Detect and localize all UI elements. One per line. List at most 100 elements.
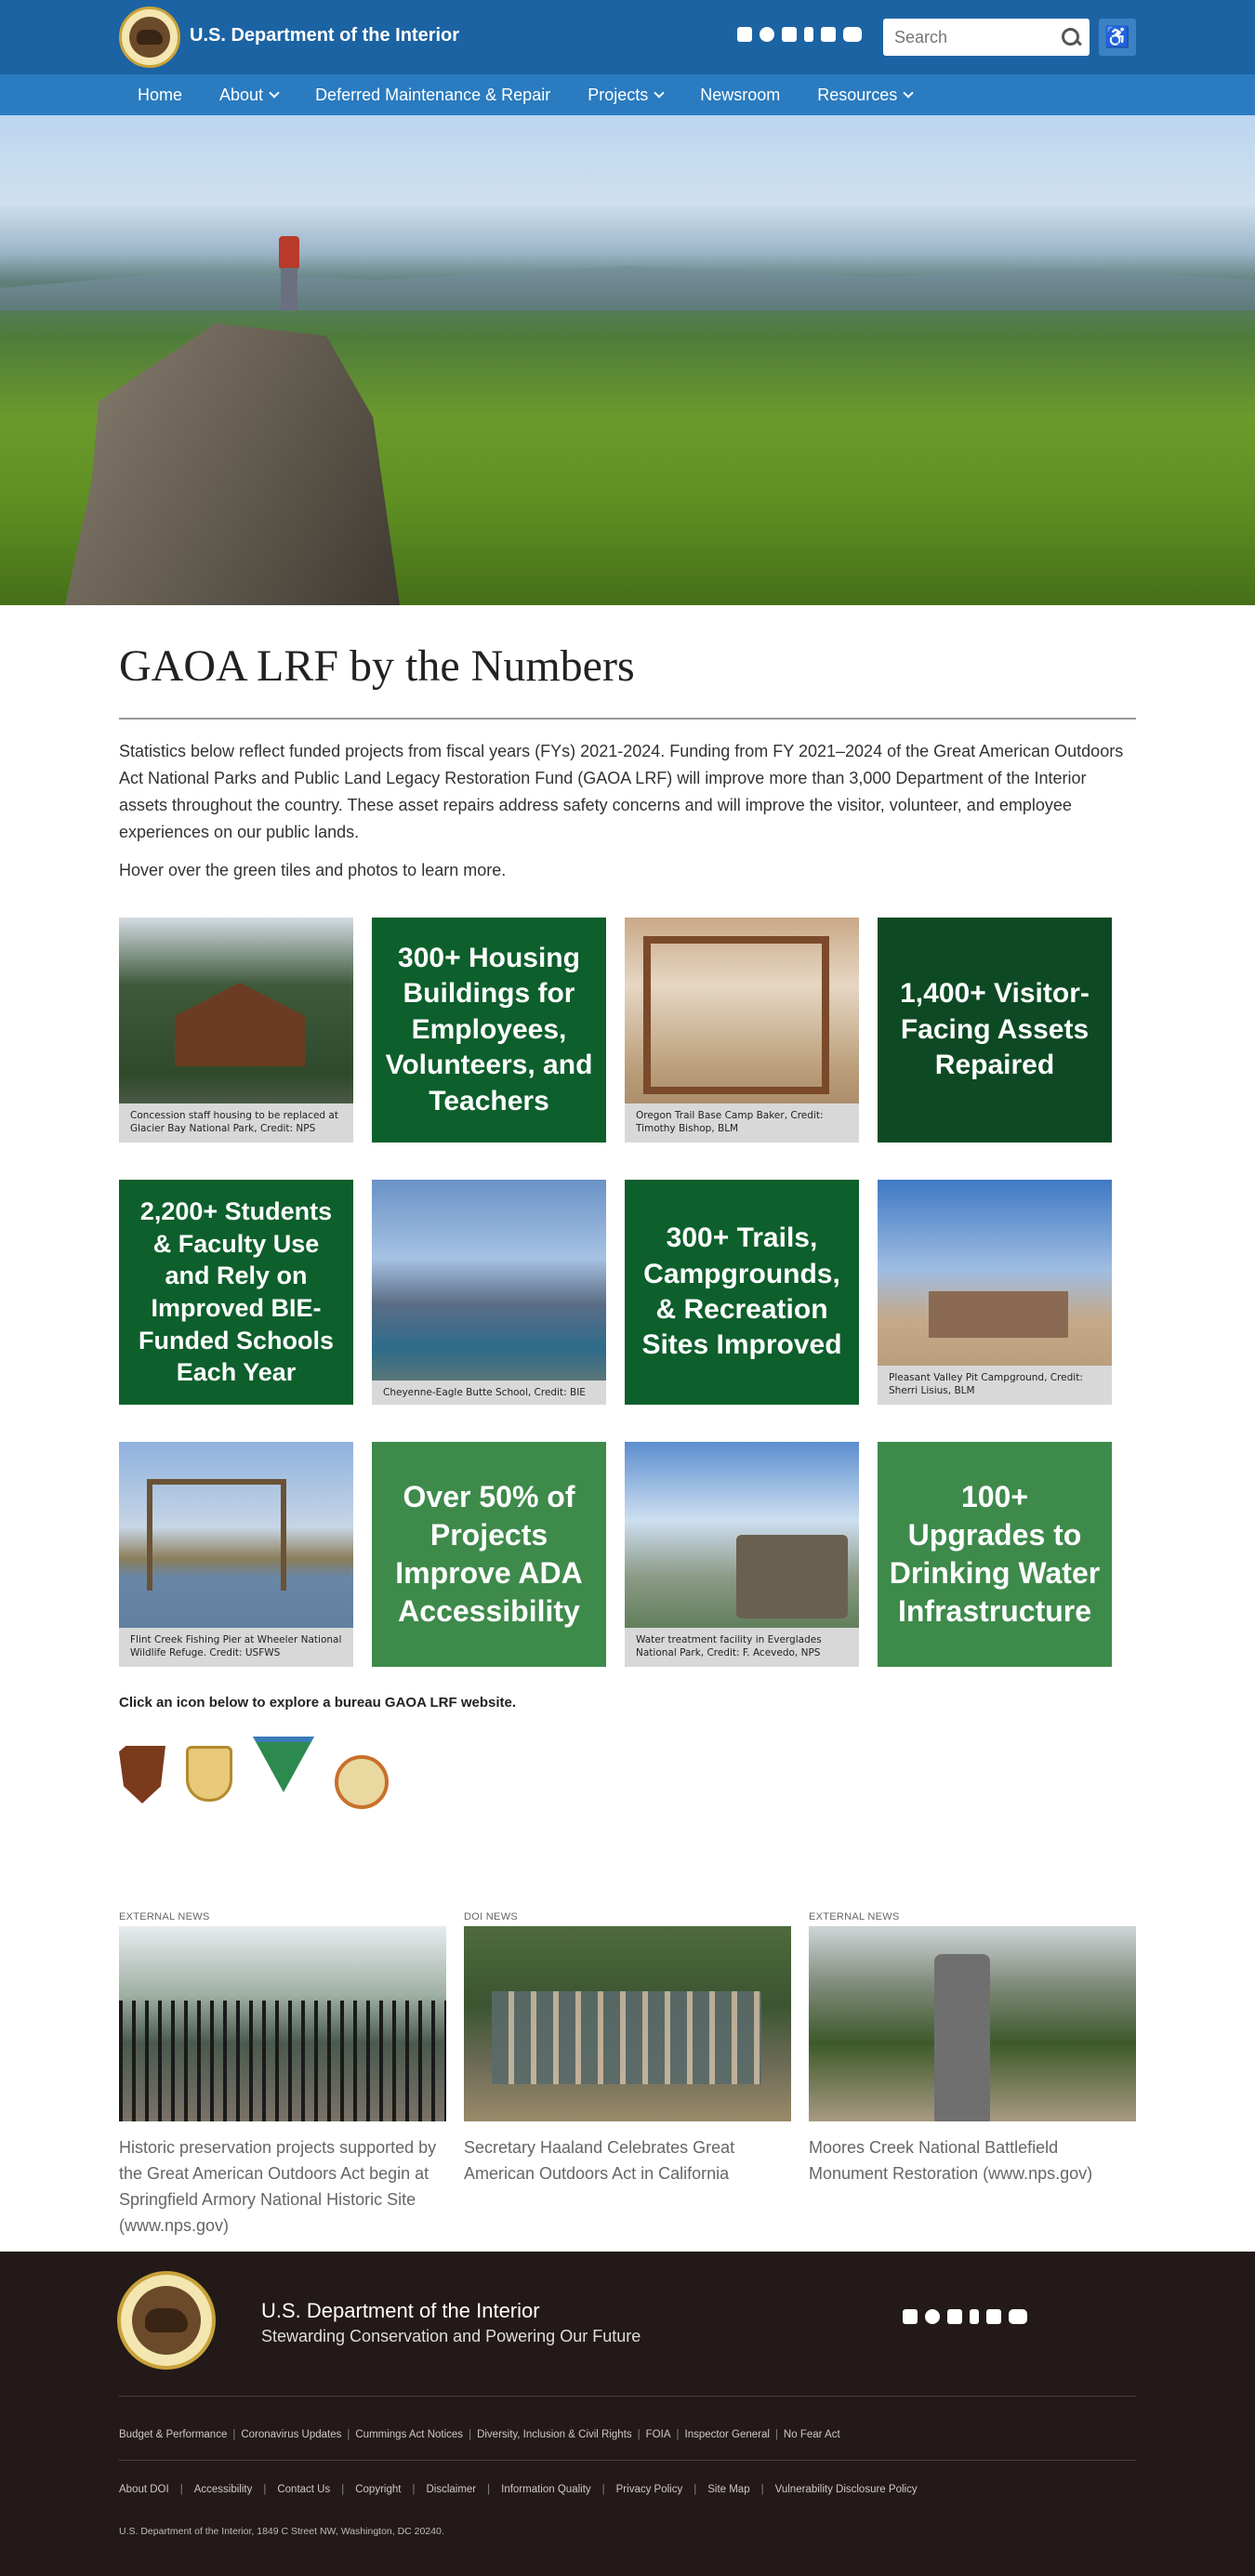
tumblr-icon[interactable] <box>970 2309 979 2324</box>
pier-structure <box>147 1479 286 1591</box>
separator: | <box>601 2484 605 2495</box>
photo-tile-water[interactable]: Water treatment facility in Everglades N… <box>625 1442 859 1667</box>
footer-link[interactable]: Copyright <box>355 2484 401 2495</box>
blm-logo-icon[interactable] <box>253 1737 314 1792</box>
nps-arrowhead-icon[interactable] <box>119 1746 165 1803</box>
footer-link[interactable]: Privacy Policy <box>616 2484 683 2495</box>
separator: | <box>232 2429 236 2440</box>
search-form <box>883 19 1090 56</box>
youtube-icon[interactable] <box>843 27 862 42</box>
stat-tile-housing[interactable]: 300+ Housing Buildings for Employees, Vo… <box>372 918 606 1143</box>
rock-outcrop <box>65 323 400 605</box>
stat-tile-schools[interactable]: 2,200+ Students & Faculty Use and Rely o… <box>119 1180 353 1405</box>
footer-link[interactable]: Disclaimer <box>426 2484 476 2495</box>
nav-label: About <box>219 85 264 104</box>
news-link[interactable]: Secretary Haaland Celebrates Great Ameri… <box>464 2134 791 2186</box>
bie-seal-icon[interactable] <box>335 1755 389 1809</box>
twitter-icon[interactable] <box>947 2309 962 2324</box>
footer-link[interactable]: Diversity, Inclusion & Civil Rights <box>477 2429 632 2440</box>
footer-link[interactable]: Information Quality <box>501 2484 591 2495</box>
news-image[interactable] <box>809 1926 1136 2121</box>
footer-link[interactable]: Cummings Act Notices <box>355 2429 463 2440</box>
news-kicker: EXTERNAL NEWS <box>809 1911 900 1922</box>
stat-tile-ada[interactable]: Over 50% of Projects Improve ADA Accessi… <box>372 1442 606 1667</box>
chevron-down-icon <box>903 87 914 99</box>
accessibility-button[interactable]: ♿ <box>1099 19 1136 56</box>
facebook-icon[interactable] <box>925 2309 940 2324</box>
news-link[interactable]: Moores Creek National Battlefield Monume… <box>809 2134 1136 2186</box>
footer-link[interactable]: Inspector General <box>685 2429 770 2440</box>
site-header: U.S. Department of the Interior ♿ <box>0 0 1255 74</box>
footer-address: U.S. Department of the Interior, 1849 C … <box>119 2526 444 2537</box>
instagram-icon[interactable] <box>737 27 752 42</box>
footer-tagline: Stewarding Conservation and Powering Our… <box>261 2327 641 2345</box>
nav-item-home[interactable]: Home <box>119 86 201 105</box>
hero-image <box>0 115 1255 605</box>
footer-link[interactable]: Vulnerability Disclosure Policy <box>775 2484 918 2495</box>
footer-links-row2: About DOI | Accessibility | Contact Us | Co… <box>119 2484 918 2495</box>
photo-tile-campground[interactable]: Pleasant Valley Pit Campground, Credit: … <box>878 1180 1112 1405</box>
search-input[interactable] <box>883 19 1050 56</box>
stat-tile-drinking-water[interactable]: 100+ Upgrades to Drinking Water Infrastr… <box>878 1442 1112 1667</box>
flickr-icon[interactable] <box>986 2309 1001 2324</box>
bureau-instruction: Click an icon below to explore a bureau … <box>119 1695 517 1711</box>
photo-caption: Flint Creek Fishing Pier at Wheeler Nati… <box>119 1628 353 1667</box>
footer-links-row1: Budget & Performance | Coronavirus Update… <box>119 2429 840 2440</box>
nav-item-projects[interactable]: Projects <box>569 86 681 105</box>
photo-tile-school[interactable]: Cheyenne-Eagle Butte School, Credit: BIE <box>372 1180 606 1405</box>
chevron-down-icon <box>269 87 280 99</box>
doi-seal-logo[interactable] <box>119 7 180 68</box>
footer-social-links <box>903 2309 1027 2324</box>
footer-link[interactable]: Contact Us <box>277 2484 330 2495</box>
news-image[interactable] <box>464 1926 791 2121</box>
twitter-icon[interactable] <box>782 27 797 42</box>
footer-divider <box>119 2396 1136 2397</box>
doi-seal-logo[interactable] <box>117 2271 216 2370</box>
photo-caption: Oregon Trail Base Camp Baker, Credit: Ti… <box>625 1103 859 1143</box>
tumblr-icon[interactable] <box>804 27 813 42</box>
facebook-icon[interactable] <box>760 27 774 42</box>
youtube-icon[interactable] <box>1009 2309 1027 2324</box>
nav-label: Home <box>138 85 183 104</box>
nav-item-about[interactable]: About <box>201 86 297 105</box>
footer-link[interactable]: Accessibility <box>194 2484 253 2495</box>
fws-shield-icon[interactable] <box>186 1746 232 1802</box>
footer-link[interactable]: About DOI <box>119 2484 169 2495</box>
bison-icon <box>132 2286 201 2355</box>
stat-tile-visitor-assets[interactable]: 1,400+ Visitor-Facing Assets Repaired <box>878 918 1112 1143</box>
bison-icon <box>129 17 170 58</box>
separator: | <box>341 2484 345 2495</box>
cabin-shape <box>175 983 305 1066</box>
photo-tile-pier[interactable]: Flint Creek Fishing Pier at Wheeler Nati… <box>119 1442 353 1667</box>
stats-grid: Concession staff housing to be replaced … <box>119 918 1136 1667</box>
nav-item-newsroom[interactable]: Newsroom <box>681 86 799 105</box>
news-card: DOI NEWS Secretary Haaland Celebrates Gr… <box>464 1911 791 2239</box>
instagram-icon[interactable] <box>903 2309 918 2324</box>
nav-item-deferred-maintenance[interactable]: Deferred Maintenance & Repair <box>297 86 569 105</box>
news-link[interactable]: Historic preservation projects supported… <box>119 2134 446 2239</box>
photo-caption: Water treatment facility in Everglades N… <box>625 1628 859 1667</box>
stat-tile-trails[interactable]: 300+ Trails, Campgrounds, & Recreation S… <box>625 1180 859 1405</box>
footer-link[interactable]: Coronavirus Updates <box>241 2429 341 2440</box>
footer-link[interactable]: No Fear Act <box>784 2429 840 2440</box>
social-links <box>737 27 862 42</box>
stone-monument <box>934 1954 990 2121</box>
footer-link[interactable]: Budget & Performance <box>119 2429 227 2440</box>
news-card: EXTERNAL NEWS Moores Creek National Batt… <box>809 1911 1136 2239</box>
mountain-ridge <box>0 266 1255 310</box>
site-title[interactable]: U.S. Department of the Interior <box>190 25 459 46</box>
flickr-icon[interactable] <box>821 27 836 42</box>
footer-divider <box>119 2460 1136 2461</box>
separator: | <box>347 2429 350 2440</box>
nav-item-resources[interactable]: Resources <box>799 86 931 105</box>
chevron-down-icon <box>654 87 665 99</box>
footer-link[interactable]: FOIA <box>646 2429 671 2440</box>
group-photo <box>492 1991 761 2084</box>
search-icon[interactable] <box>1062 28 1080 46</box>
window-frame <box>643 936 829 1094</box>
photo-tile-housing[interactable]: Concession staff housing to be replaced … <box>119 918 353 1143</box>
photo-tile-museum[interactable]: Oregon Trail Base Camp Baker, Credit: Ti… <box>625 918 859 1143</box>
news-image[interactable] <box>119 1926 446 2121</box>
footer-link[interactable]: Site Map <box>707 2484 749 2495</box>
separator: | <box>774 2429 778 2440</box>
